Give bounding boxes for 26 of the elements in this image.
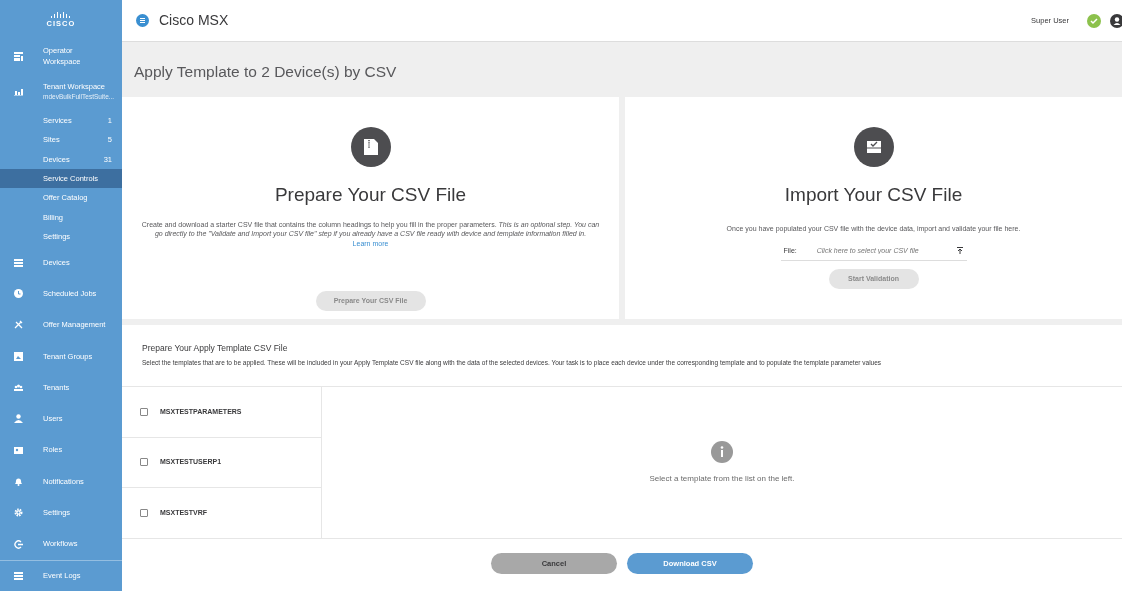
checkbox[interactable] <box>140 458 148 467</box>
section-title: Prepare Your Apply Template CSV File <box>142 343 289 354</box>
card-title: Import Your CSV File <box>784 183 963 207</box>
image-icon <box>14 351 23 361</box>
card-title: Prepare Your CSV File <box>274 183 467 207</box>
list-icon <box>14 257 23 267</box>
check-icon[interactable] <box>1087 13 1101 28</box>
menu-icon[interactable] <box>136 14 149 27</box>
user-icon[interactable] <box>1110 13 1122 28</box>
clock-icon <box>14 289 23 298</box>
id-card-icon <box>14 445 23 455</box>
page-title: Apply Template to 2 Device(s) by CSV <box>133 62 398 82</box>
user-icon <box>14 414 23 424</box>
file-icon <box>350 127 391 167</box>
info-icon <box>711 440 733 463</box>
tray-icon <box>853 127 894 167</box>
checkbox[interactable] <box>140 509 148 518</box>
chart-icon <box>14 86 23 96</box>
upload-icon[interactable] <box>956 247 963 255</box>
checkbox[interactable] <box>140 407 148 416</box>
bell-icon <box>14 476 23 486</box>
empty-message: Select a template from the list on the left. <box>649 472 795 485</box>
app-title: Cisco MSX <box>159 11 229 30</box>
people-icon <box>14 382 23 392</box>
dashboard-icon <box>14 51 23 61</box>
list-icon <box>14 571 23 581</box>
